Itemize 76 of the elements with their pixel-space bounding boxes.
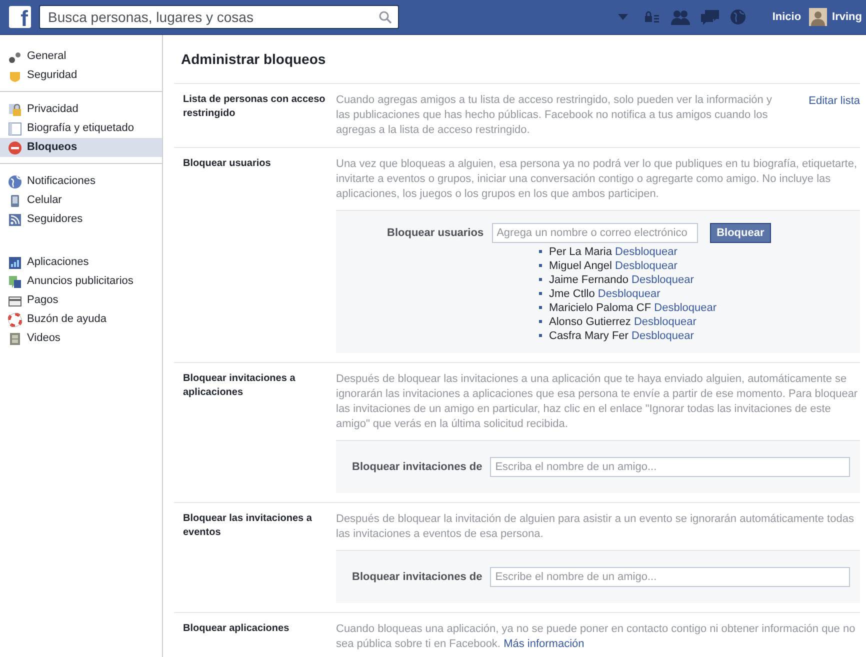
sidebar-item[interactable]: Notificaciones [0,172,162,191]
search-field[interactable]: Busca personas, lugares y cosas [39,5,399,29]
sidebar-item[interactable]: Buzón de ayuda [0,310,162,329]
input-field[interactable]: Agrega un nombre o correo electrónico [492,222,698,243]
ads-icon [8,274,22,288]
field-label: Bloquear invitaciones de [352,570,482,585]
bullet-icon [539,292,542,296]
phone-icon [8,194,22,208]
sidebar-item[interactable]: Seguidores [0,210,162,229]
apps-icon [8,256,22,270]
blocked-user: Maricielo Paloma CF Desbloquear [549,300,717,316]
block-button[interactable]: Bloquear [710,222,772,243]
section-description: Cuando agregas amigos a tu lista de acceso restringido, solo pueden ver la información y las publicaciones que has hecho públicas. Facebook no notifica a tus amigos cuando los agregas a la lista de acceso restringido. [336,92,773,138]
sidebar-item[interactable]: Biografía y etiquetado [0,119,162,138]
unblock-link[interactable]: Desbloquear [598,288,660,300]
section-description: Después de bloquear las invitaciones a una aplicación que te haya enviado alguien, automáticamente se ignorarán las invitaciones a aplicaciones que esa persona te envíe a partir de ese momento. Para bloquear las invitaciones de un amigo en particular, haz clic en el enlace "Ignorar todas las invitaciones de este amigo" que verás en la última solicitud recibida. [336,372,859,432]
bullet-icon [539,250,542,254]
profile-link[interactable]: Irving [832,8,862,26]
blocked-user: Alonso Gutierrez Desbloquear [549,314,696,330]
input-field[interactable]: Escribe el nombre de un amigo... [490,566,850,587]
unblock-link[interactable]: Desbloquear [634,316,696,328]
blocked-user: Jaime Fernando Desbloquear [549,272,694,288]
section-description: Una vez que bloqueas a alguien, esa persona ya no podrá ver lo que publiques en tu biografía, etiquetarte, invitarte a eventos o grupos, iniciar una conversación contigo o agregarte como amigo. No incluye las aplicaciones, los juegos o los grupos en los que ambos participen. [336,156,858,202]
sidebar-item[interactable]: Seguridad [0,66,162,85]
search-icon[interactable] [378,10,392,24]
blocked-user: Jme Ctllo Desbloquear [549,286,660,302]
blocked-icon [8,140,22,154]
sidebar-item[interactable]: Anuncios publicitarios [0,272,162,291]
blocked-user: Casfra Mary Fer Desbloquear [549,328,694,344]
logo[interactable]: f [9,6,31,28]
section-label: Bloquear invitaciones a aplicaciones [183,372,296,400]
globe-icon[interactable] [730,9,746,25]
edit-list-link[interactable]: Editar lista [808,92,860,110]
sidebar-item[interactable]: Videos [0,329,162,348]
lifebuoy-icon [8,312,22,326]
bullet-icon [539,306,542,310]
sidebar-item[interactable]: Pagos [0,291,162,310]
unblock-link[interactable]: Desbloquear [615,246,678,258]
unblock-link[interactable]: Desbloquear [615,260,678,272]
more-info-link[interactable]: Más información [504,638,584,650]
blocked-user: Miguel Angel Desbloquear [549,258,678,274]
input-field[interactable]: Escriba el nombre de un amigo... [490,456,850,477]
card-icon [8,294,22,308]
section-label: Bloquear las invitaciones a eventos [183,512,313,540]
section-label: Lista de personas con acceso restringido [183,92,326,121]
blocked-user: Per La Maria Desbloquear [549,244,678,260]
avatar-icon[interactable] [809,8,828,26]
timeline-icon [8,122,22,136]
unblock-link[interactable]: Desbloquear [632,274,694,286]
sidebar-item[interactable]: General [0,47,162,66]
bullet-icon [539,334,542,338]
page-title: Administrar bloqueos [174,35,860,84]
bullet-icon [539,278,542,282]
unblock-link[interactable]: Desbloquear [632,330,694,342]
sidebar-item[interactable]: Bloqueos [0,138,162,157]
field-label: Bloquear invitaciones de [352,460,482,475]
unblock-link[interactable]: Desbloquear [654,302,717,314]
caret-icon[interactable] [618,14,628,20]
padlock-icon [8,102,22,116]
section-label: Bloquear usuarios [183,156,272,171]
film-icon [8,332,22,346]
sidebar-item[interactable]: Celular [0,191,162,210]
home-link[interactable]: Inicio [772,8,802,26]
sidebar-item[interactable]: Aplicaciones [0,253,162,272]
feed-icon [8,212,22,226]
section-description: Después de bloquear la invitación de alguien para asistir a un evento se ignorarán automáticamente todas las invitaciones a eventos de esa persona. [336,512,855,542]
messages-icon[interactable] [700,9,720,25]
field-label: Bloquear usuarios [387,226,484,241]
bullet-icon [539,264,542,268]
section-description: Cuando bloqueas una aplicación, ya no se puede poner en contacto contigo ni obtener información que no sea pública sobre ti en Facebook. Más información [336,622,856,652]
section-label: Bloquear aplicaciones [183,622,290,636]
bullet-icon [539,320,542,324]
lock-icon[interactable] [644,11,660,23]
sidebar-item[interactable]: Privacidad [0,100,162,119]
globe-icon [8,174,22,188]
friends-icon[interactable] [670,9,690,25]
